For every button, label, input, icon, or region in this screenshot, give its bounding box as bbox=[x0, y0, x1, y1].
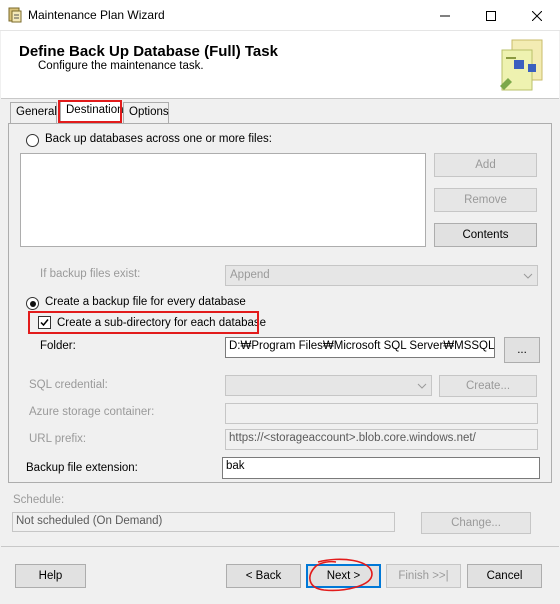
url-prefix-label: URL prefix: bbox=[29, 433, 87, 445]
checkmark-icon bbox=[40, 319, 49, 327]
every-db-radio[interactable] bbox=[26, 297, 39, 310]
cancel-button[interactable]: Cancel bbox=[467, 564, 542, 588]
tab-options[interactable]: Options bbox=[123, 102, 169, 123]
backup-files-list[interactable] bbox=[20, 153, 426, 247]
change-schedule-button[interactable]: Change... bbox=[421, 512, 531, 534]
tab-general[interactable]: General bbox=[10, 102, 57, 123]
azure-container-label: Azure storage container: bbox=[29, 406, 155, 418]
footer-divider bbox=[1, 546, 559, 547]
folder-input[interactable]: D:₩Program Files₩Microsoft SQL Server₩MS… bbox=[225, 337, 495, 358]
schedule-value: Not scheduled (On Demand) bbox=[12, 512, 395, 532]
close-button[interactable] bbox=[514, 0, 560, 31]
maximize-button[interactable] bbox=[468, 0, 514, 31]
app-icon bbox=[7, 7, 23, 23]
back-button[interactable]: < Back bbox=[226, 564, 301, 588]
maximize-icon bbox=[486, 10, 496, 21]
minimize-icon bbox=[440, 15, 450, 16]
sql-credential-label: SQL credential: bbox=[29, 379, 108, 391]
remove-button[interactable]: Remove bbox=[434, 188, 537, 212]
every-db-label: Create a backup file for every database bbox=[45, 296, 246, 308]
folder-label: Folder: bbox=[40, 340, 76, 352]
next-button[interactable]: Next > bbox=[306, 564, 381, 588]
url-prefix-input[interactable]: https://<storageaccount>.blob.core.windo… bbox=[225, 429, 538, 450]
help-button[interactable]: Help bbox=[15, 564, 86, 588]
add-button[interactable]: Add bbox=[434, 153, 537, 177]
subdir-checkbox[interactable] bbox=[38, 316, 51, 329]
create-credential-button[interactable]: Create... bbox=[439, 375, 537, 397]
page-title: Define Back Up Database (Full) Task bbox=[19, 43, 278, 60]
sql-credential-select[interactable] bbox=[225, 375, 432, 396]
tab-destination[interactable]: Destination bbox=[60, 100, 124, 124]
close-icon bbox=[532, 10, 542, 21]
finish-button[interactable]: Finish >>| bbox=[386, 564, 461, 588]
page-subtitle: Configure the maintenance task. bbox=[38, 60, 204, 72]
window-title: Maintenance Plan Wizard bbox=[28, 8, 165, 22]
browse-folder-button[interactable]: ... bbox=[504, 337, 540, 363]
schedule-label: Schedule: bbox=[13, 494, 65, 506]
wizard-header-art-icon bbox=[494, 38, 546, 94]
dropdown-arrow-icon bbox=[417, 383, 427, 389]
if-exists-select[interactable]: Append bbox=[225, 265, 538, 286]
subdir-label: Create a sub-directory for each database bbox=[57, 317, 267, 329]
extension-input[interactable]: bak bbox=[222, 457, 540, 479]
minimize-button[interactable] bbox=[422, 0, 468, 31]
contents-button[interactable]: Contents bbox=[434, 223, 537, 247]
if-exists-value: Append bbox=[230, 269, 270, 281]
azure-container-input[interactable] bbox=[225, 403, 538, 424]
across-files-radio[interactable] bbox=[26, 134, 39, 147]
extension-label: Backup file extension: bbox=[26, 462, 138, 474]
dropdown-arrow-icon bbox=[523, 273, 533, 279]
if-exists-label: If backup files exist: bbox=[40, 268, 141, 280]
across-files-label: Back up databases across one or more fil… bbox=[45, 133, 272, 145]
